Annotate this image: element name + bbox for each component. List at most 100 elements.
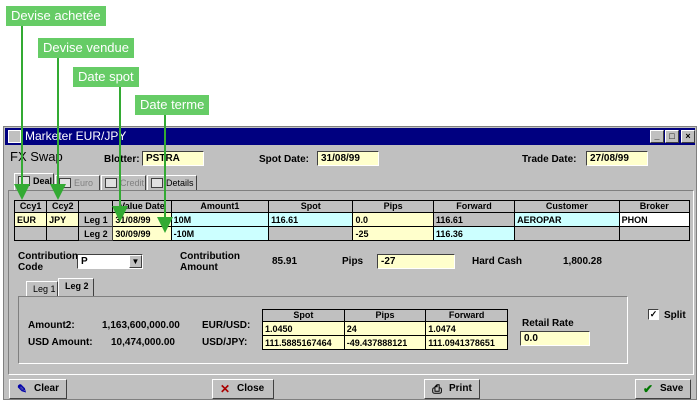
tab-details-label: Details <box>166 178 194 188</box>
cell-broker[interactable]: PHON <box>618 212 691 227</box>
spot-date-field[interactable]: 31/08/99 <box>317 151 379 166</box>
hard-cash-value: 1,800.28 <box>563 256 602 267</box>
window-title: Marketer EUR/JPY <box>25 129 127 143</box>
marketer-window: Marketer EUR/JPY _ □ × FX Swap Blotter: … <box>3 126 697 400</box>
spot-date-label: Spot Date: <box>259 154 309 165</box>
trade-date-field[interactable]: 27/08/99 <box>586 151 648 166</box>
retail-rate-field[interactable]: 0.0 <box>520 331 590 346</box>
leg2-button[interactable]: Leg 2 <box>78 226 114 241</box>
col-broker: Broker <box>618 200 691 213</box>
cell-broker <box>618 226 691 241</box>
cell-forward: 116.36 <box>432 226 516 241</box>
cell-rate[interactable]: 24 <box>343 321 427 336</box>
printer-icon: ⎙ <box>432 382 442 396</box>
pips-label: Pips <box>342 256 364 267</box>
deal-type-title: FX Swap <box>10 149 63 164</box>
save-button[interactable]: ✔ Save <box>635 379 691 399</box>
close-label: Close <box>237 383 265 394</box>
split-checkbox[interactable]: ✓ <box>648 309 659 320</box>
eur-usd-label: EUR/USD: <box>202 320 251 331</box>
cell-forward: 116.61 <box>432 212 516 227</box>
col-amount1: Amount1 <box>170 200 270 213</box>
split-label: Split <box>664 310 686 321</box>
table-row: 111.5885167464 -49.437888121 111.0941378… <box>262 335 508 350</box>
tab-euro-label: Euro <box>74 178 94 188</box>
app-icon <box>8 130 21 143</box>
blotter-field[interactable]: PSTRA <box>142 151 204 166</box>
contribution-code-label: Contribution Code <box>18 251 78 273</box>
cell-rate[interactable]: 111.0941378651 <box>425 335 508 350</box>
cell-amount1[interactable]: -10M <box>170 226 270 241</box>
table-row: Leg 2 30/09/99 -10M -25 116.36 <box>13 226 691 241</box>
close-button[interactable]: ✕ Close <box>212 379 274 399</box>
cell-spot <box>268 226 354 241</box>
clear-label: Clear <box>34 383 60 394</box>
usd-jpy-label: USD/JPY: <box>202 337 248 348</box>
col-value-date: Value Date <box>112 200 172 213</box>
callout-devise-achetee: Devise achetée <box>6 6 106 26</box>
leg1-button[interactable]: Leg 1 <box>78 212 114 227</box>
cell-rate[interactable]: 111.5885167464 <box>262 335 345 350</box>
usd-amount-label: USD Amount: <box>28 337 93 348</box>
cell-value-date[interactable]: 31/08/99 <box>112 212 172 227</box>
tab-leg-1[interactable]: Leg 1 <box>26 281 58 297</box>
cell-amount1[interactable]: 10M <box>170 212 270 227</box>
minimize-button[interactable]: _ <box>650 130 664 143</box>
cell-rate[interactable]: 1.0474 <box>425 321 508 336</box>
amount2-label: Amount2: <box>28 320 75 331</box>
table-row: 1.0450 24 1.0474 <box>262 321 508 336</box>
retail-rate-label: Retail Rate <box>522 318 574 329</box>
col-customer: Customer <box>514 200 620 213</box>
hard-cash-label: Hard Cash <box>472 256 523 267</box>
rates-header-row: Spot Pips Forward <box>262 309 508 322</box>
cell-rate[interactable]: -49.437888121 <box>343 335 427 350</box>
deal-table: Ccy1 Ccy2 Value Date Amount1 Spot Pips F… <box>13 200 691 241</box>
checkmark-icon: ✔ <box>642 382 654 396</box>
eraser-icon: ✎ <box>16 382 28 396</box>
tab-leg-2[interactable]: Leg 2 <box>58 278 94 297</box>
clear-button[interactable]: ✎ Clear <box>9 379 67 399</box>
rates-table: Spot Pips Forward 1.0450 24 1.0474 111.5… <box>262 309 508 350</box>
col-ccy1: Ccy1 <box>13 200 48 213</box>
maximize-button[interactable]: □ <box>665 130 679 143</box>
cell-customer <box>514 226 620 241</box>
tab-credit-label: Credit <box>120 178 145 188</box>
tab-details[interactable]: Details <box>147 175 197 191</box>
col-pips: Pips <box>352 200 434 213</box>
table-row: EUR JPY Leg 1 31/08/99 10M 116.61 0.0 11… <box>13 212 691 227</box>
col-ccy2: Ccy2 <box>46 200 80 213</box>
callout-date-terme: Date terme <box>135 95 210 115</box>
col-forward: Forward <box>432 200 516 213</box>
table-header-row: Ccy1 Ccy2 Value Date Amount1 Spot Pips F… <box>13 200 691 213</box>
close-window-button[interactable]: × <box>681 130 695 143</box>
tab-credit[interactable]: Credit <box>101 175 146 191</box>
title-bar: Marketer EUR/JPY _ □ × <box>5 128 695 145</box>
cell-spot[interactable]: 116.61 <box>268 212 354 227</box>
callout-date-spot: Date spot <box>73 67 139 87</box>
cell-ccy1[interactable]: EUR <box>13 212 48 227</box>
euro-icon <box>59 178 71 188</box>
tab-euro[interactable]: Euro <box>55 175 100 191</box>
close-x-icon: ✕ <box>219 382 231 396</box>
col-spot: Spot <box>268 200 354 213</box>
cell-value-date[interactable]: 30/09/99 <box>112 226 172 241</box>
pips-field[interactable]: -27 <box>377 254 455 269</box>
details-icon <box>151 178 163 188</box>
cell-rate[interactable]: 1.0450 <box>262 321 345 336</box>
cell-ccy2[interactable]: JPY <box>46 212 80 227</box>
cell-customer[interactable]: AEROPAR <box>514 212 620 227</box>
deal-icon <box>18 176 30 186</box>
cell-pips[interactable]: 0.0 <box>352 212 434 227</box>
contribution-amount-value: 85.91 <box>272 256 298 267</box>
col-rate-spot: Spot <box>262 309 345 322</box>
chevron-down-icon[interactable]: ▼ <box>129 255 142 268</box>
cell-pips[interactable]: -25 <box>352 226 434 241</box>
col-rate-pips: Pips <box>343 309 427 322</box>
blotter-label: Blotter: <box>104 154 140 165</box>
cell-ccy1 <box>13 226 48 241</box>
print-button[interactable]: ⎙ Print <box>424 379 480 399</box>
trade-date-label: Trade Date: <box>522 154 577 165</box>
print-label: Print <box>449 383 472 394</box>
tab-deal[interactable]: Deal <box>14 173 54 191</box>
usd-amount-value: 10,474,000.00 <box>111 337 175 348</box>
